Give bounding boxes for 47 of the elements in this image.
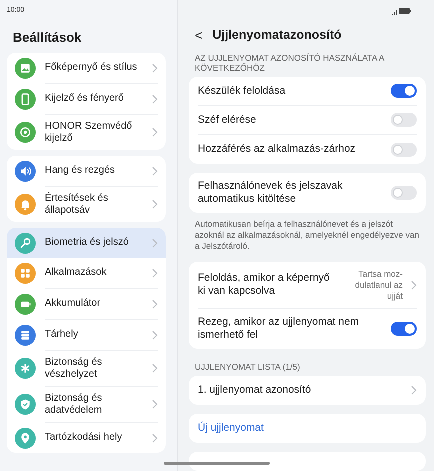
chevron-icon: [152, 238, 158, 248]
sidebar-item[interactable]: Biztonság és vészhelyzet: [7, 351, 166, 386]
setting-label: Rezeg, amikor az ujjlenyomat nem ismerhető fel: [198, 316, 360, 342]
chevron-icon: [152, 364, 158, 373]
sidebar-item[interactable]: Tárhely: [7, 320, 166, 350]
toggle-switch[interactable]: [391, 186, 417, 200]
section-label: AZ UJJLENYOMAT AZONOSÍTÓ HASZNÁLATA A KÖVETKEZŐHÖZ: [195, 53, 386, 74]
sidebar-item[interactable]: Tartózkodási hely: [7, 423, 166, 453]
sidebar-item[interactable]: Biztonság és adatvédelem: [7, 387, 166, 422]
setting-label: 1. ujjlenyomat azonosító: [198, 384, 312, 398]
setting-label: Készülék feloldása: [198, 84, 287, 98]
chevron-icon: [152, 434, 158, 442]
setting-label: Feloldás, amikor a képernyő ki van kapcsolva: [198, 272, 331, 298]
chevron-icon: [152, 300, 158, 308]
chevron-icon: [152, 94, 158, 104]
setting-label: Hozzáférés az alkalmazás-zárhoz: [198, 143, 357, 156]
add-fingerprint-link[interactable]: Új ujjlenyomat: [198, 422, 264, 436]
sidebar-item[interactable]: Hang és rezgés: [7, 156, 166, 186]
chevron-icon: [152, 268, 158, 278]
chevron-icon: [152, 166, 158, 176]
section-label: UJJLENYOMAT LISTA (1/5): [195, 362, 302, 372]
chevron-icon: [411, 280, 417, 290]
chevron-icon: [152, 200, 158, 209]
sidebar-item[interactable]: Alkalmazások: [7, 258, 166, 288]
sidebar-item[interactable]: Biometria és jelszó: [7, 228, 166, 258]
chevron-icon: [152, 128, 158, 137]
toggle-switch[interactable]: [391, 322, 417, 336]
sidebar-title: Beállítások: [13, 29, 83, 48]
sidebar-item[interactable]: Főképernyő és stílus: [7, 53, 166, 83]
toggle-switch[interactable]: [391, 84, 417, 98]
chevron-icon: [152, 64, 158, 72]
back-button[interactable]: <: [195, 28, 203, 42]
description-text: Automatikusan beírja a felhasználónevet és a jelszót azoknál az alkalmazásoknál, amelyeknél engedélyezve van a Jelszótároló.: [195, 219, 420, 252]
setting-value: Tartsa moz-dulatlanul az ujját: [354, 268, 403, 302]
chevron-icon: [411, 386, 417, 396]
chevron-icon: [152, 330, 158, 340]
chevron-icon: [152, 400, 158, 409]
signal-battery-icon: [392, 6, 412, 15]
setting-label: Felhasználónevek és jelszavak automatikus kitöltése: [198, 180, 344, 207]
sidebar-item[interactable]: HONOR Szemvédő kijelző: [7, 115, 166, 150]
sidebar-item[interactable]: Akkumulátor: [7, 289, 166, 319]
sidebar-item[interactable]: Értesítések és állapotsáv: [7, 187, 166, 222]
toggle-switch[interactable]: [391, 113, 417, 128]
toggle-switch[interactable]: [391, 142, 417, 157]
setting-label: Széf elérése: [198, 114, 258, 127]
page-title: Ujjlenyomatazonosító: [212, 26, 342, 44]
sidebar-item[interactable]: Kijelző és fényerő: [7, 84, 166, 114]
